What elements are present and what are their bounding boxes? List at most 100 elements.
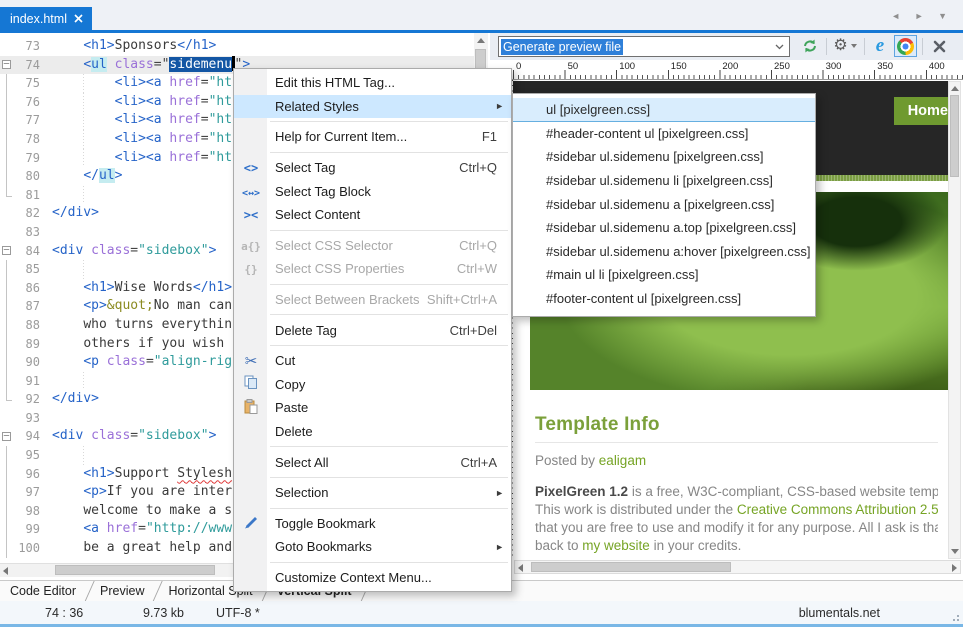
fold-toggle-icon[interactable]: – bbox=[0, 242, 14, 261]
view-tab-code-editor[interactable]: Code Editor bbox=[0, 581, 90, 601]
close-preview-button[interactable] bbox=[927, 35, 951, 57]
line-number: 73 bbox=[14, 37, 44, 56]
menu-item-label: Delete Tag bbox=[275, 323, 337, 338]
menu-item-label: Select Tag Block bbox=[275, 184, 371, 199]
menu-item-select-tag-block[interactable]: <↔>Select Tag Block bbox=[234, 179, 511, 203]
ruler-number: 300 bbox=[826, 61, 842, 72]
line-number: 83 bbox=[14, 223, 44, 242]
menu-item-shortcut: F1 bbox=[482, 129, 497, 144]
related-style-option-sidebar-ul-sidemenu-pixelgreen-css[interactable]: #sidebar ul.sidemenu [pixelgreen.css] bbox=[513, 145, 815, 169]
line-number: 96 bbox=[14, 465, 44, 484]
menu-separator bbox=[234, 474, 511, 481]
fold-toggle-icon[interactable]: – bbox=[0, 56, 14, 75]
ruler-number: 0 bbox=[516, 61, 521, 72]
preview-hscroll-thumb[interactable] bbox=[531, 562, 731, 572]
menu-item-selection[interactable]: Selection► bbox=[234, 481, 511, 505]
menu-item-goto-bookmarks[interactable]: Goto Bookmarks► bbox=[234, 535, 511, 559]
view-tab-preview[interactable]: Preview bbox=[90, 581, 158, 601]
combobox-chevron-icon[interactable] bbox=[771, 39, 787, 54]
menu-item-help-for-current-item[interactable]: Help for Current Item...F1 bbox=[234, 125, 511, 149]
scroll-right-arrow-icon[interactable] bbox=[952, 564, 957, 572]
scroll-down-arrow-icon[interactable] bbox=[951, 549, 959, 554]
resize-grip[interactable] bbox=[950, 612, 960, 622]
tab-scroll-arrows[interactable]: ◄ ► ▼ bbox=[891, 11, 953, 21]
fold-gutter bbox=[0, 279, 14, 298]
code-line-text bbox=[44, 446, 52, 465]
scroll-left-arrow-icon[interactable] bbox=[3, 567, 8, 575]
related-style-option-footer-content-ul-pixelgreen-css[interactable]: #footer-content ul [pixelgreen.css] bbox=[513, 287, 815, 311]
line-number: 86 bbox=[14, 279, 44, 298]
gear-dropdown-caret-icon bbox=[851, 44, 857, 48]
code-line-73[interactable]: 73 <h1>Sponsors</h1> bbox=[0, 37, 474, 56]
related-style-option-header-content-ul-pixelgreen-css[interactable]: #header-content ul [pixelgreen.css] bbox=[513, 122, 815, 146]
line-number: 81 bbox=[14, 186, 44, 205]
preview-settings-button[interactable]: ⚙ bbox=[830, 35, 860, 57]
menu-item-paste[interactable]: Paste bbox=[234, 396, 511, 420]
code-line-text: <h1>Support Stylesh bbox=[44, 465, 232, 484]
fold-gutter bbox=[0, 167, 14, 186]
code-line-text: <p>If you are inter bbox=[44, 483, 232, 502]
menu-item-delete[interactable]: Delete bbox=[234, 420, 511, 444]
tab-index-html[interactable]: index.html bbox=[0, 7, 92, 30]
menu-separator bbox=[234, 559, 511, 566]
menu-item-shortcut: Ctrl+Q bbox=[459, 238, 497, 253]
menu-item-cut[interactable]: ✂Cut bbox=[234, 349, 511, 373]
fold-gutter bbox=[0, 260, 14, 279]
open-in-internet-explorer-button[interactable]: e bbox=[868, 35, 892, 57]
css-properties-icon: {} bbox=[239, 261, 263, 276]
menu-item-edit-this-html-tag[interactable]: Edit this HTML Tag... bbox=[234, 71, 511, 95]
preview-toolbar: Generate preview file ⚙ e bbox=[490, 33, 963, 60]
menu-item-toggle-bookmark[interactable]: Toggle Bookmark bbox=[234, 512, 511, 536]
preview-vertical-scrollbar[interactable] bbox=[948, 81, 961, 559]
menu-item-delete-tag[interactable]: Delete TagCtrl+Del bbox=[234, 318, 511, 342]
code-line-text bbox=[44, 409, 52, 428]
close-preview-icon bbox=[933, 40, 946, 53]
menu-item-label: Goto Bookmarks bbox=[275, 539, 372, 554]
related-styles-submenu: ul [pixelgreen.css]#header-content ul [p… bbox=[512, 93, 816, 317]
related-style-option-sidebar-ul-sidemenu-a-hover-pixelgreen-css[interactable]: #sidebar ul.sidemenu a:hover [pixelgreen… bbox=[513, 240, 815, 264]
fold-gutter bbox=[0, 520, 14, 539]
menu-item-copy[interactable]: Copy bbox=[234, 373, 511, 397]
fold-toggle-icon[interactable]: – bbox=[0, 427, 14, 446]
line-number: 91 bbox=[14, 372, 44, 391]
ruler-number: 100 bbox=[619, 61, 635, 72]
site-link[interactable]: Creative Commons Attribution 2.5 License… bbox=[737, 502, 938, 517]
editor-hscroll-thumb[interactable] bbox=[55, 565, 215, 575]
menu-item-customize-context-menu[interactable]: Customize Context Menu... bbox=[234, 566, 511, 590]
copy-icon bbox=[239, 375, 263, 393]
menu-item-shortcut: Ctrl+Q bbox=[459, 160, 497, 175]
menu-item-select-tag[interactable]: <>Select TagCtrl+Q bbox=[234, 156, 511, 180]
related-style-option-sidebar-ul-sidemenu-a-pixelgreen-css[interactable]: #sidebar ul.sidemenu a [pixelgreen.css] bbox=[513, 192, 815, 216]
preview-horizontal-scrollbar[interactable] bbox=[514, 560, 961, 574]
menu-item-select-content[interactable]: ><Select Content bbox=[234, 203, 511, 227]
fold-gutter bbox=[0, 204, 14, 223]
fold-gutter bbox=[0, 149, 14, 168]
menu-item-shortcut: Ctrl+A bbox=[461, 455, 497, 470]
tab-close-icon[interactable] bbox=[74, 14, 83, 23]
context-menu: Edit this HTML Tag...Related Styles► Help… bbox=[233, 68, 512, 592]
fold-gutter bbox=[0, 93, 14, 112]
menu-separator bbox=[234, 342, 511, 349]
site-home-link[interactable]: Home bbox=[894, 97, 948, 125]
line-number: 77 bbox=[14, 111, 44, 130]
menu-item-label: Select Content bbox=[275, 207, 360, 222]
site-link[interactable]: ealigam bbox=[599, 453, 646, 468]
menu-item-related-styles[interactable]: Related Styles► bbox=[234, 95, 511, 119]
preview-vscroll-thumb[interactable] bbox=[950, 95, 959, 177]
scroll-up-arrow-icon[interactable] bbox=[477, 38, 485, 43]
related-style-option-sidebar-ul-sidemenu-li-pixelgreen-css[interactable]: #sidebar ul.sidemenu li [pixelgreen.css] bbox=[513, 169, 815, 193]
menu-separator bbox=[234, 118, 511, 125]
related-style-option-ul-pixelgreen-css[interactable]: ul [pixelgreen.css] bbox=[513, 98, 815, 122]
menu-item-select-all[interactable]: Select AllCtrl+A bbox=[234, 450, 511, 474]
site-link[interactable]: my website bbox=[582, 538, 650, 553]
scroll-left-arrow-icon[interactable] bbox=[518, 564, 523, 572]
fold-gutter bbox=[0, 223, 14, 242]
code-line-text: <li><a href="ht bbox=[44, 74, 232, 93]
related-style-option-main-ul-li-pixelgreen-css[interactable]: #main ul li [pixelgreen.css] bbox=[513, 263, 815, 287]
open-in-chrome-button[interactable] bbox=[894, 35, 917, 57]
related-style-option-sidebar-ul-sidemenu-a-top-pixelgreen-css[interactable]: #sidebar ul.sidemenu a.top [pixelgreen.c… bbox=[513, 216, 815, 240]
menu-item-label: Customize Context Menu... bbox=[275, 570, 432, 585]
refresh-preview-button[interactable] bbox=[798, 35, 822, 57]
scroll-up-arrow-icon[interactable] bbox=[951, 86, 959, 91]
preview-mode-combobox[interactable]: Generate preview file bbox=[498, 36, 790, 57]
